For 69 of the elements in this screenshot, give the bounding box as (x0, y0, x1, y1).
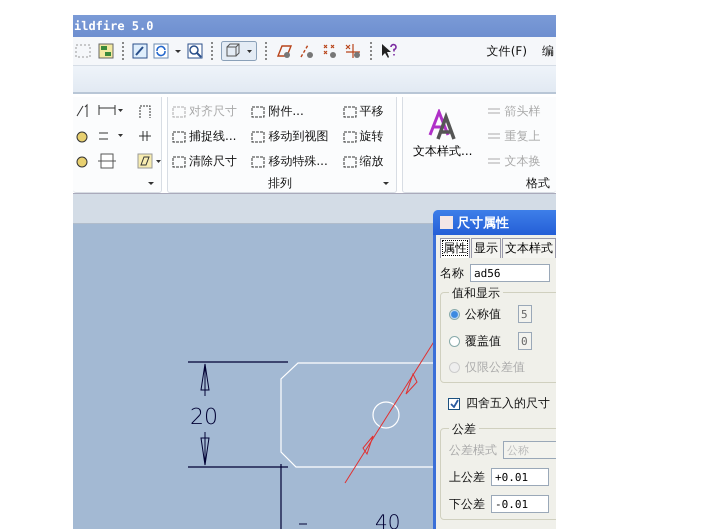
dashed-box-icon (171, 104, 187, 120)
text-style-button[interactable]: 文本样式... (413, 99, 472, 174)
radio-button[interactable] (449, 336, 460, 346)
ribbon-command[interactable]: 平移 (342, 99, 393, 124)
lower-tolerance-field[interactable]: -0.01 (491, 495, 549, 513)
upper-tolerance-field[interactable]: +0.01 (491, 468, 549, 486)
dashed-box-icon (171, 154, 187, 170)
checkbox[interactable] (448, 398, 460, 410)
name-field[interactable]: ad56 (470, 264, 550, 282)
field-label: 名称 (440, 264, 464, 282)
refresh-icon[interactable] (153, 43, 169, 59)
option-label: 公称值 (465, 306, 501, 322)
dialog-title: 尺寸属性 (457, 214, 509, 232)
plane-icon[interactable] (275, 43, 293, 59)
ribbon-command[interactable]: 旋转 (342, 124, 393, 149)
checkbox-label: 四舍五入的尺寸 (466, 395, 550, 412)
ribbon-command[interactable]: 移动到视图 (250, 124, 338, 149)
group-label: 格式 (526, 174, 550, 192)
caret-icon[interactable] (382, 179, 390, 187)
field-label: 下公差 (449, 496, 485, 512)
menu-item[interactable]: 编 (542, 42, 554, 60)
dashed-box-icon (250, 128, 266, 144)
ribbon-command[interactable]: 附件... (250, 99, 338, 124)
group-label: 排列 (268, 174, 292, 192)
radio-button[interactable] (449, 308, 460, 320)
menu-item[interactable]: 文件(F) (486, 42, 527, 60)
ribbon-command[interactable]: 缩放 (342, 149, 393, 174)
field-label: 公差模式 (449, 442, 497, 458)
box-select-icon[interactable] (75, 43, 93, 59)
help-pointer-icon[interactable] (380, 43, 398, 59)
ribbon-command[interactable]: 捕捉线... (171, 124, 246, 149)
layers-icon[interactable] (98, 43, 114, 59)
axis-icon[interactable] (298, 43, 316, 59)
group-label: 值和显示 (449, 285, 503, 302)
dashed-box-icon (250, 104, 266, 120)
window-icon (440, 216, 453, 229)
dashed-box-icon (171, 128, 187, 144)
dimension-value: 40 (375, 510, 400, 529)
cube-view-button[interactable] (221, 41, 257, 61)
caret-icon[interactable] (147, 179, 155, 187)
option-label: 仅限公差值 (465, 359, 525, 376)
ordinate-dimension-icon[interactable] (137, 103, 153, 119)
dashed-box-icon (250, 154, 266, 170)
edit-sheet-icon[interactable] (132, 43, 148, 59)
coordinate-system-icon[interactable] (344, 43, 362, 59)
option-label: 覆盖值 (465, 332, 501, 350)
surface-finish-icon[interactable] (137, 153, 163, 169)
value-field[interactable]: 0 (518, 332, 532, 350)
dimension-arrow (200, 364, 210, 396)
window-title: ildfire 5.0 (73, 19, 154, 33)
points-icon[interactable] (321, 43, 339, 59)
dimension-icon[interactable] (75, 103, 89, 119)
dimension-value: 20 (190, 405, 218, 430)
field-label: 上公差 (449, 468, 485, 486)
ribbon-command[interactable]: 清除尺寸 (171, 149, 246, 174)
group-label: 公差 (449, 421, 479, 438)
dashed-box-icon (342, 154, 358, 170)
dimension-arrow (200, 432, 210, 466)
value-field[interactable]: 5 (518, 305, 532, 323)
tab[interactable]: 文本样式 (502, 238, 556, 258)
dashed-box-icon (342, 128, 358, 144)
tab[interactable]: 属性 (440, 238, 470, 258)
ribbon-command[interactable]: 移动特殊... (250, 149, 338, 174)
hole-circle (372, 401, 400, 429)
tab[interactable]: 显示 (471, 238, 501, 258)
dashed-box-icon (342, 104, 358, 120)
zoom-icon[interactable] (187, 43, 203, 59)
break-icon[interactable] (137, 128, 153, 144)
extension-line (280, 464, 282, 529)
